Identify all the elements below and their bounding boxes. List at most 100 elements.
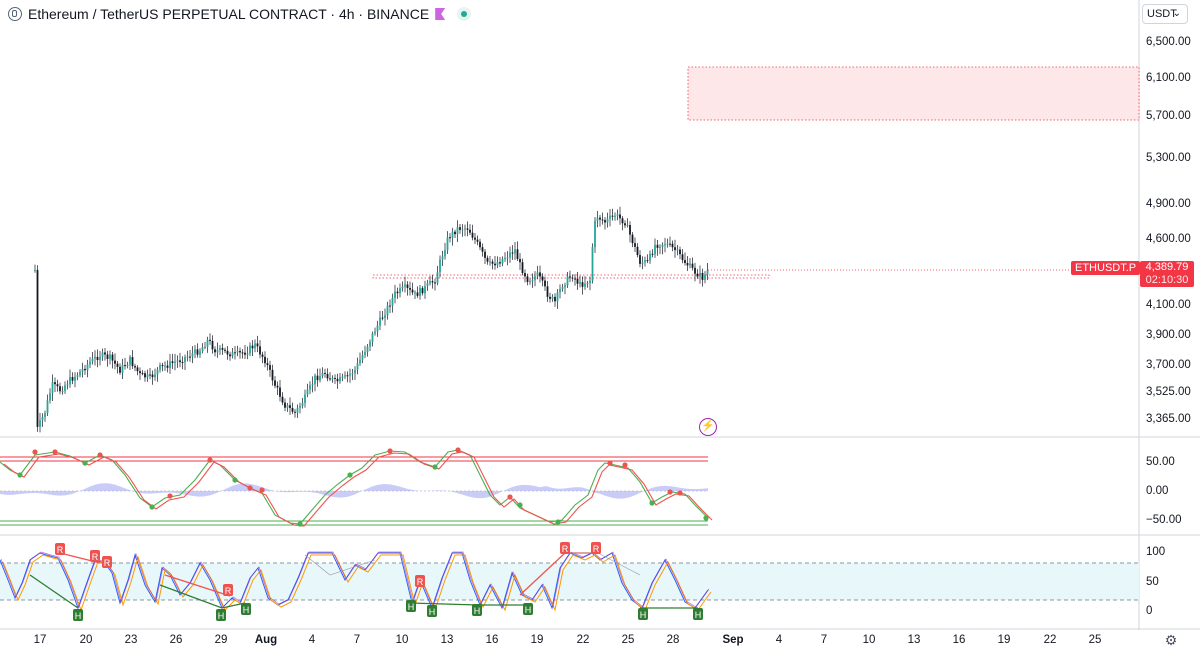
candle-body (689, 263, 691, 266)
candle-body (404, 284, 406, 287)
candle-body (694, 267, 696, 274)
candle-body (459, 227, 461, 230)
candle-body (204, 346, 206, 348)
candle-body (131, 357, 134, 367)
candle-body (164, 365, 166, 367)
time-axis-label: 19 (997, 634, 1011, 646)
candle-body (591, 247, 594, 281)
candle-body (479, 241, 481, 248)
candle-body (626, 225, 629, 227)
candle-body (351, 373, 354, 375)
chevron-down-icon: ⌄ (1172, 8, 1181, 19)
candle-body (169, 361, 171, 368)
candle-body (424, 286, 426, 294)
price-axis-label: 5,700.00 (1146, 110, 1191, 122)
stoch-axis-label: 0 (1146, 605, 1153, 617)
time-axis-label: 13 (907, 634, 921, 646)
candle-body (581, 282, 584, 287)
candle-body (336, 378, 339, 382)
osc-axis-label: 0.00 (1146, 485, 1169, 497)
candle-body (156, 369, 159, 375)
candle-body (589, 280, 591, 284)
candle-body (669, 243, 671, 245)
candle-body (451, 231, 454, 239)
bearish-marker-label: R (562, 544, 569, 554)
market-status-icon[interactable] (457, 7, 472, 21)
candle-body (444, 250, 446, 257)
candle-body (301, 402, 304, 406)
candle-body (361, 354, 364, 360)
osc-signal-dot (677, 490, 683, 496)
candle-body (429, 281, 431, 284)
bearish-marker-label: R (104, 558, 111, 568)
candle-body (59, 386, 61, 392)
gear-icon[interactable]: ⚙ (1163, 632, 1179, 648)
candle-body (221, 348, 224, 350)
candle-body (406, 284, 409, 288)
flag-icon[interactable] (435, 8, 446, 20)
candle-body (371, 333, 374, 342)
candle-body (359, 359, 361, 364)
chart-canvas[interactable]: RRRRRR RH HH H H H H H H (0, 0, 1200, 650)
candle-body (701, 272, 704, 280)
price-axis-label: 4,900.00 (1146, 198, 1191, 210)
time-axis-label: 7 (820, 634, 828, 646)
candle-body (54, 382, 56, 385)
candle-body (106, 354, 109, 359)
candle-body (649, 253, 651, 261)
candle-body (421, 288, 424, 294)
candle-body (86, 364, 89, 371)
candle-body (281, 396, 284, 403)
candle-body (684, 260, 686, 264)
lightning-icon[interactable]: ⚡ (699, 418, 717, 436)
candle-body (576, 278, 579, 284)
candle-body (556, 292, 559, 302)
candle-body (234, 352, 236, 354)
candle-body (196, 349, 199, 355)
candle-body (331, 377, 334, 379)
candle-body (639, 255, 641, 264)
time-axis-label: Aug (254, 634, 278, 646)
osc-signal-dot (622, 462, 628, 468)
candle-body (394, 291, 396, 298)
candle-body (676, 249, 679, 251)
candle-body (304, 394, 306, 403)
candle-body (399, 288, 401, 294)
candle-body (514, 249, 516, 254)
price-axis-label: 3,700.00 (1146, 359, 1191, 371)
candle-body (506, 257, 509, 259)
candle-body (636, 246, 639, 256)
candle-body (471, 232, 474, 238)
candle-body (324, 372, 326, 374)
candle-body (291, 407, 294, 412)
candle-body (484, 251, 486, 258)
symbol-header[interactable]: Ethereum / TetherUS PERPETUAL CONTRACT ·… (8, 5, 472, 23)
candle-body (104, 352, 106, 355)
symbol-title[interactable]: Ethereum / TetherUS PERPETUAL CONTRACT ·… (28, 6, 429, 22)
currency-selector[interactable]: USDT ⌄ (1142, 4, 1188, 24)
candle-body (664, 244, 666, 246)
osc-signal-dot (555, 519, 561, 525)
candle-body (161, 365, 164, 367)
candle-body (189, 356, 191, 358)
candle-body (211, 340, 214, 350)
candle-body (126, 364, 129, 367)
candle-body (296, 407, 299, 413)
candle-body (489, 261, 491, 263)
candle-body (519, 258, 521, 263)
candle-body (121, 365, 124, 373)
candle-body (656, 244, 659, 248)
candle-body (481, 247, 484, 252)
candle-body (579, 282, 581, 284)
candle-body (379, 317, 381, 326)
candle-body (111, 354, 114, 361)
price-axis-label: 6,500.00 (1146, 36, 1191, 48)
candle-body (246, 353, 249, 355)
time-axis-label: 13 (440, 634, 454, 646)
candle-body (266, 363, 269, 366)
candle-body (269, 365, 271, 370)
last-price-tag: 4,389.79 02:10:30 (1140, 261, 1194, 287)
candle-body (441, 256, 444, 260)
candle-body (599, 217, 601, 220)
candle-body (431, 281, 434, 283)
